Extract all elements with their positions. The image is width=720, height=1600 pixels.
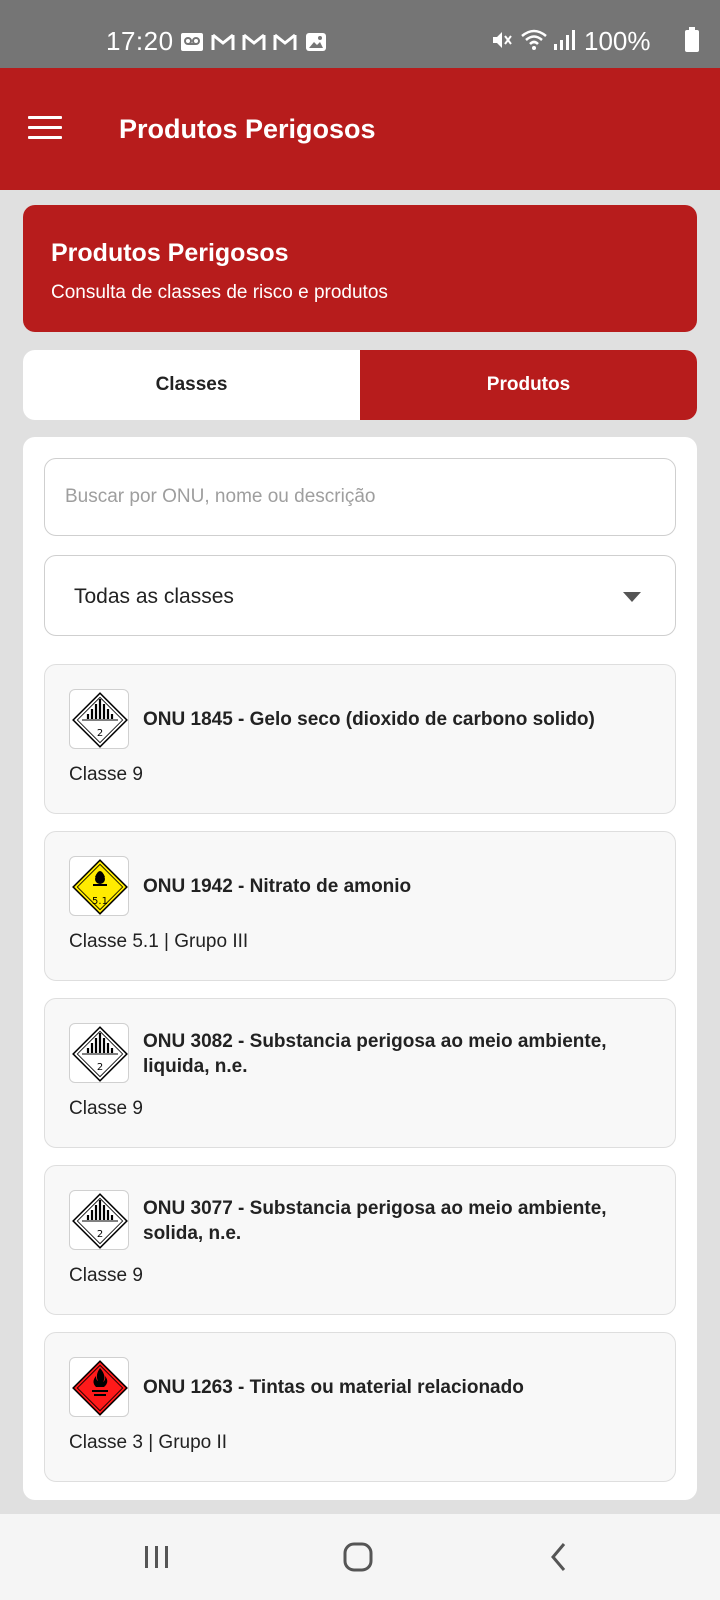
class-9-placard-icon: 2 [69, 689, 129, 749]
tab-classes[interactable]: Classes [23, 350, 360, 420]
system-nav-bar [0, 1514, 720, 1600]
recent-apps-icon[interactable] [143, 1539, 171, 1575]
product-title: ONU 1845 - Gelo seco (dioxido de carbono… [143, 709, 595, 730]
class-filter-dropdown[interactable]: Todas as classes [44, 555, 676, 636]
products-panel: Todas as classes 2 ONU 1845 - Gelo seco … [23, 437, 697, 1500]
wifi-icon [520, 28, 548, 57]
svg-text:2: 2 [97, 1062, 103, 1073]
product-item[interactable]: 5.1 ONU 1942 - Nitrato de amonio Classe … [44, 831, 676, 981]
product-item[interactable]: 2 ONU 3082 - Substancia perigosa ao meio… [44, 998, 676, 1148]
notification-icons [180, 31, 328, 53]
mute-icon [490, 28, 514, 57]
gmail-icon [242, 31, 266, 53]
product-class: Classe 9 [69, 764, 143, 785]
product-class: Classe 9 [69, 1098, 143, 1119]
product-title: ONU 1263 - Tintas ou material relacionad… [143, 1377, 524, 1398]
app-bar-title: Produtos Perigosos [119, 114, 376, 144]
tab-bar: Classes Produtos [23, 350, 697, 420]
gallery-icon [304, 31, 328, 53]
search-input[interactable] [44, 458, 676, 536]
system-indicators: 100% [490, 24, 720, 57]
class-9-placard-icon: 2 [69, 1190, 129, 1250]
svg-text:2: 2 [97, 1229, 103, 1240]
signal-icon [552, 28, 576, 57]
battery-percentage: 100% [584, 26, 651, 56]
product-class: Classe 9 [69, 1265, 143, 1286]
product-title: ONU 3082 - Substancia perigosa ao meio a… [143, 1031, 607, 1077]
status-time: 17:20 [106, 26, 174, 56]
svg-text:5.1: 5.1 [92, 896, 108, 907]
header-card-subtitle: Consulta de classes de risco e produtos [51, 282, 388, 303]
home-icon[interactable] [341, 1539, 377, 1575]
product-class: Classe 5.1 | Grupo III [69, 931, 249, 952]
class-9-placard-icon: 2 [69, 1023, 129, 1083]
dropdown-arrow-icon [623, 592, 641, 602]
product-item[interactable]: 2 ONU 3077 - Substancia perigosa ao meio… [44, 1165, 676, 1315]
battery-icon [684, 27, 700, 58]
gmail-icon [273, 31, 297, 53]
svg-text:2: 2 [97, 728, 103, 739]
product-item[interactable]: ONU 1263 - Tintas ou material relacionad… [44, 1332, 676, 1482]
class-5-1-oxidizer-placard-icon: 5.1 [69, 856, 129, 916]
header-card-title: Produtos Perigosos [51, 239, 289, 267]
voicemail-icon [180, 31, 204, 53]
header-card: Produtos Perigosos Consulta de classes d… [23, 205, 697, 332]
status-bar: 17:20 100% [0, 0, 720, 68]
product-title: ONU 3077 - Substancia perigosa ao meio a… [143, 1198, 607, 1244]
product-item[interactable]: 2 ONU 1845 - Gelo seco (dioxido de carbo… [44, 664, 676, 814]
hamburger-menu-icon[interactable] [28, 116, 62, 140]
class-filter-value: Todas as classes [74, 585, 234, 608]
app-bar: Produtos Perigosos [0, 68, 720, 190]
class-3-flammable-placard-icon [69, 1357, 129, 1417]
product-title: ONU 1942 - Nitrato de amonio [143, 876, 412, 897]
tab-produtos[interactable]: Produtos [360, 350, 697, 420]
product-class: Classe 3 | Grupo II [69, 1432, 228, 1453]
gmail-icon [211, 31, 235, 53]
back-icon[interactable] [547, 1539, 571, 1575]
